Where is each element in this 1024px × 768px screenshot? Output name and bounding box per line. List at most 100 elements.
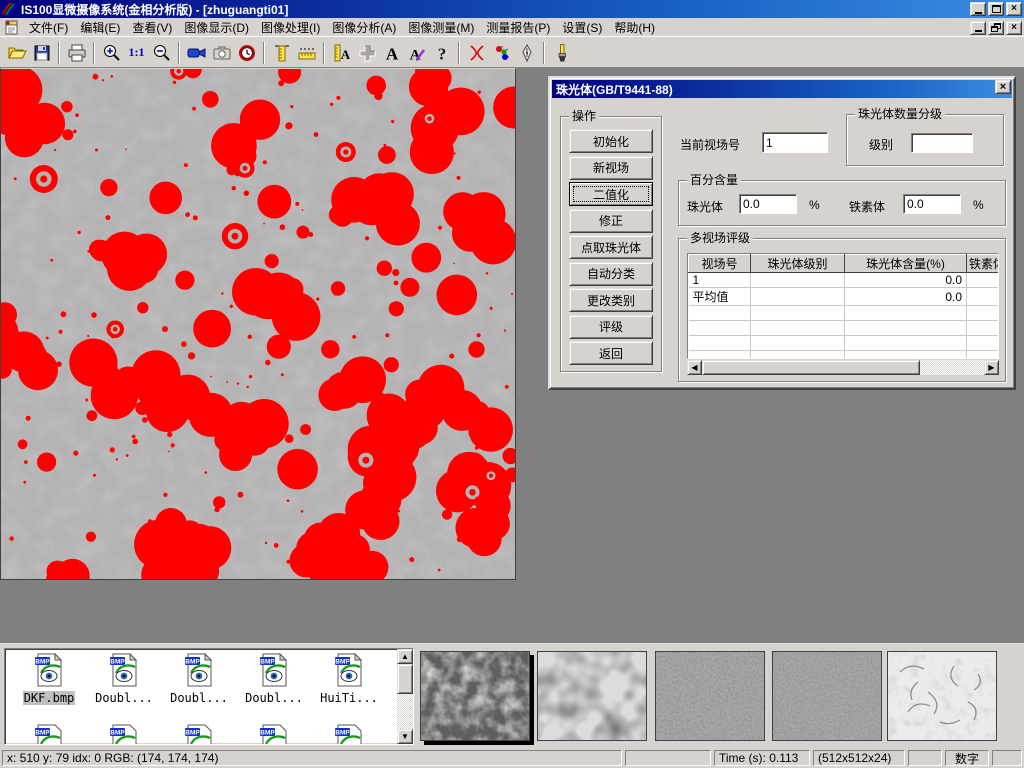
file-item[interactable]: BMP HuiTi...: [313, 653, 385, 705]
phase-color-button[interactable]: [489, 40, 514, 65]
thumbnail-3[interactable]: [655, 651, 765, 741]
vertical-ruler-button[interactable]: [269, 40, 294, 65]
correct-button[interactable]: 修正: [569, 209, 653, 233]
svg-text:BMP: BMP: [335, 659, 350, 666]
close-button[interactable]: ×: [1006, 2, 1022, 16]
cell-field-no: 平均值: [689, 288, 751, 306]
ferrite-percent-input[interactable]: [903, 194, 961, 214]
binarize-button[interactable]: 二值化: [569, 182, 653, 206]
scroll-left-button[interactable]: ◀: [687, 360, 702, 375]
file-item[interactable]: BMP Doubl...: [88, 653, 160, 705]
mdi-close-button[interactable]: ×: [1006, 21, 1022, 35]
zoom-in-button[interactable]: [99, 40, 124, 65]
dialog-title: 珠光体(GB/T9441-88): [556, 81, 673, 98]
svg-text:BMP: BMP: [185, 730, 200, 737]
letter-a-pencil-icon: A: [407, 43, 427, 63]
bmp-file-icon: BMP: [184, 724, 214, 745]
horizontal-ruler-button[interactable]: [294, 40, 319, 65]
toolbar-separator: [543, 42, 545, 64]
merge-button[interactable]: [354, 40, 379, 65]
timer-button[interactable]: [234, 40, 259, 65]
file-item[interactable]: BMP Doubl...: [163, 653, 235, 705]
scroll-thumb[interactable]: [397, 664, 413, 694]
grade-button[interactable]: 评级: [569, 315, 653, 339]
table-row[interactable]: 平均值 0.0: [689, 288, 1000, 306]
file-item[interactable]: BMP: [88, 724, 160, 745]
maximize-button[interactable]: [988, 2, 1004, 16]
menu-settings[interactable]: 设置(S): [556, 18, 608, 37]
initialize-button[interactable]: 初始化: [569, 129, 653, 153]
status-image-size: (512x512x24): [813, 750, 905, 766]
fill-brush-button[interactable]: [549, 40, 574, 65]
scroll-track[interactable]: [920, 360, 984, 375]
auto-classify-button[interactable]: 自动分类: [569, 262, 653, 286]
image-size-text: (512x512x24): [818, 751, 891, 765]
change-class-button[interactable]: 更改类别: [569, 288, 653, 312]
svg-text:A: A: [385, 44, 398, 63]
menu-help[interactable]: 帮助(H): [608, 18, 661, 37]
binarize-label: 二值化: [593, 186, 629, 203]
minimize-button[interactable]: [970, 2, 986, 16]
dialog-close-button[interactable]: ×: [995, 80, 1011, 94]
menu-image-processing[interactable]: 图像处理(I): [255, 18, 326, 37]
table-row[interactable]: 1 0.0: [689, 273, 1000, 288]
scroll-thumb[interactable]: [702, 360, 920, 375]
scroll-up-icon: ▲: [401, 653, 409, 661]
table-hscrollbar[interactable]: ◀ ▶: [687, 360, 999, 375]
thumbnail-2[interactable]: [537, 651, 647, 741]
mdi-minimize-button[interactable]: [970, 21, 986, 35]
menu-measure-report[interactable]: 测量报告(P): [480, 18, 556, 37]
scroll-up-button[interactable]: ▲: [397, 649, 413, 664]
thumbnail-5[interactable]: [887, 651, 997, 741]
mdi-restore-button[interactable]: [988, 21, 1004, 35]
table-header-row: 视场号 珠光体级别 珠光体含量(%) 铁素体含量(%): [689, 255, 1000, 273]
new-field-button[interactable]: 新视场: [569, 156, 653, 180]
pick-pearlite-button[interactable]: 点取珠光体: [569, 235, 653, 259]
menu-image-display[interactable]: 图像显示(D): [178, 18, 255, 37]
scroll-down-button[interactable]: ▼: [397, 729, 413, 744]
open-button[interactable]: [4, 40, 29, 65]
curve-measure-button[interactable]: [464, 40, 489, 65]
video-capture-button[interactable]: [184, 40, 209, 65]
help-button[interactable]: ?: [429, 40, 454, 65]
current-view-input[interactable]: [762, 132, 828, 153]
file-item[interactable]: BMP: [238, 724, 310, 745]
menu-file[interactable]: 文件(F): [23, 18, 74, 37]
rating-table[interactable]: 视场号 珠光体级别 珠光体含量(%) 铁素体含量(%) 1 0.0: [687, 253, 999, 359]
bmp-file-icon: BMP: [334, 653, 364, 687]
save-button[interactable]: [29, 40, 54, 65]
zoom-1to1-button[interactable]: 1:1: [124, 40, 149, 65]
dialog-title-bar[interactable]: 珠光体(GB/T9441-88): [552, 80, 1012, 98]
file-list-vscrollbar[interactable]: ▲ ▼: [397, 649, 413, 744]
cell-grade: [751, 273, 845, 288]
file-item[interactable]: BMP: [13, 724, 85, 745]
file-item[interactable]: BMP Doubl...: [238, 653, 310, 705]
menu-image-analysis[interactable]: 图像分析(A): [326, 18, 402, 37]
metallographic-image[interactable]: [0, 68, 516, 580]
menu-view[interactable]: 查看(V): [126, 18, 178, 37]
file-item[interactable]: BMP: [313, 724, 385, 745]
thumbnail-4[interactable]: [772, 651, 882, 741]
file-item[interactable]: BMP: [163, 724, 235, 745]
return-button[interactable]: 返回: [569, 341, 653, 365]
file-name: Doubl...: [169, 691, 229, 705]
zoom-out-button[interactable]: [149, 40, 174, 65]
scroll-right-button[interactable]: ▶: [984, 360, 999, 375]
pearlite-label: 珠光体: [687, 198, 723, 215]
pearlite-percent-input[interactable]: [739, 194, 797, 214]
print-button[interactable]: [64, 40, 89, 65]
grade-level-input[interactable]: [911, 133, 973, 153]
calibration-button[interactable]: A: [329, 40, 354, 65]
thumbnail-1[interactable]: [420, 651, 530, 741]
color-dots-icon: [492, 43, 512, 63]
pen-pick-button[interactable]: [514, 40, 539, 65]
menu-edit[interactable]: 编辑(E): [74, 18, 126, 37]
bmp-file-icon: BMP: [34, 653, 64, 687]
scroll-track[interactable]: [397, 694, 413, 729]
text-annotate-button[interactable]: A: [379, 40, 404, 65]
text-edit-button[interactable]: A: [404, 40, 429, 65]
file-item[interactable]: BMP DKF.bmp: [13, 653, 85, 705]
mode-text: 数字: [955, 750, 979, 766]
snapshot-button[interactable]: [209, 40, 234, 65]
menu-image-measure[interactable]: 图像测量(M): [402, 18, 480, 37]
